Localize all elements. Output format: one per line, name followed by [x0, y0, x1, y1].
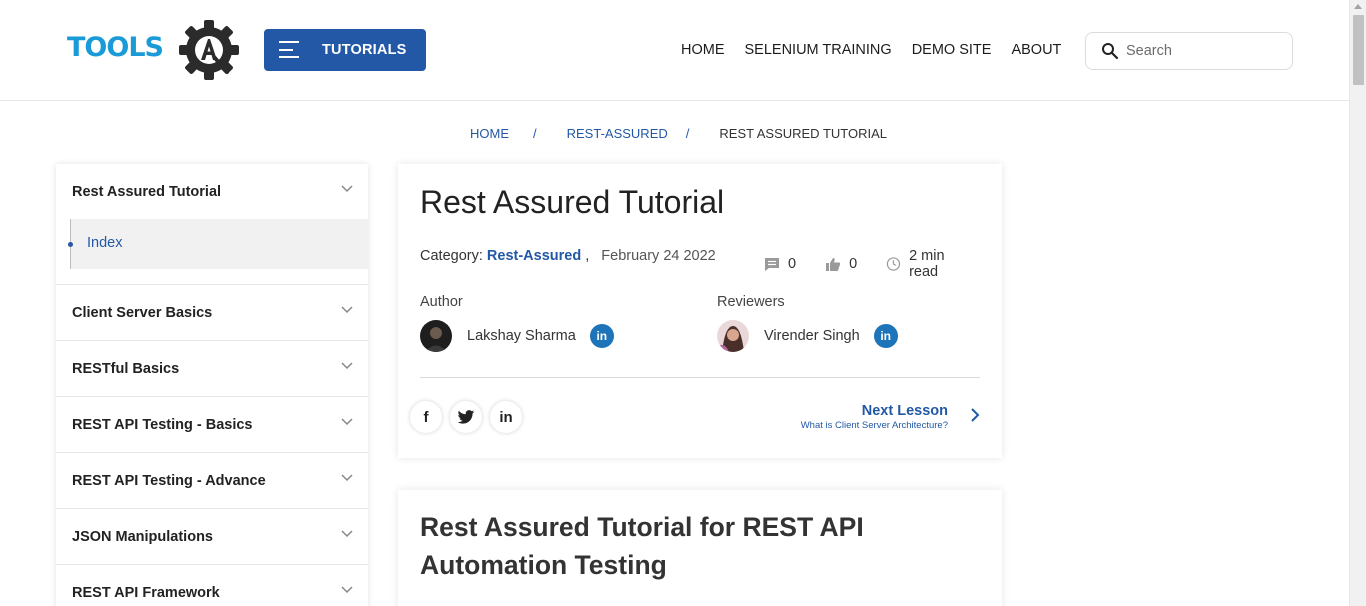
article-body-card: Rest Assured Tutorial for REST API Autom…: [398, 490, 1002, 606]
sidebar-section-title[interactable]: Rest Assured Tutorial: [72, 184, 221, 200]
nav-demo-site[interactable]: DEMO SITE: [912, 42, 992, 58]
chevron-down-icon[interactable]: [341, 362, 353, 370]
scrollbar-thumb[interactable]: [1353, 15, 1364, 85]
main-nav: HOME SELENIUM TRAINING DEMO SITE ABOUT: [681, 42, 1061, 58]
reviewers-label: Reviewers: [717, 294, 785, 310]
twitter-share-icon[interactable]: [450, 401, 482, 433]
site-header: TOOLS TUTORIALS HOME SELENIUM TRAINING D…: [0, 0, 1349, 101]
article-header-card: Rest Assured Tutorial Category: Rest-Ass…: [398, 164, 1002, 458]
reviewer-info: Virender Singh in: [717, 320, 898, 352]
sidebar-section-rest-api-testing-advance[interactable]: REST API Testing - Advance: [56, 453, 368, 509]
article-title: Rest Assured Tutorial: [420, 184, 725, 220]
sidebar-section-title: Client Server Basics: [72, 305, 213, 321]
sidebar-section-title: REST API Testing - Basics: [72, 417, 253, 433]
reviewer-avatar[interactable]: [717, 320, 749, 352]
read-time: 2 min read: [909, 248, 945, 280]
search-box: [1085, 32, 1293, 70]
category-suffix: ,: [585, 248, 590, 264]
article-stats: 0 0 2 min read: [764, 248, 1002, 280]
chevron-down-icon[interactable]: [341, 418, 353, 426]
tutorial-sidebar: Rest Assured Tutorial Index Client Serve…: [56, 164, 368, 606]
linkedin-icon[interactable]: in: [589, 324, 614, 348]
sidebar-item-index[interactable]: Index: [68, 219, 368, 269]
next-lesson-link[interactable]: Next Lesson What is Client Server Archit…: [801, 403, 948, 431]
author-name[interactable]: Lakshay Sharma: [467, 328, 576, 344]
hamburger-icon: [279, 41, 299, 58]
search-icon[interactable]: [1101, 42, 1119, 60]
nav-selenium-training[interactable]: SELENIUM TRAINING: [745, 42, 892, 58]
next-lesson-label: Next Lesson: [861, 403, 948, 419]
reviewer-name[interactable]: Virender Singh: [764, 328, 860, 344]
thumbs-up-icon: [826, 257, 841, 271]
chevron-down-icon[interactable]: [341, 530, 353, 538]
linkedin-icon[interactable]: in: [873, 324, 898, 348]
category-prefix: Category:: [420, 248, 483, 264]
breadcrumb-separator: /: [685, 126, 690, 141]
linkedin-share-icon[interactable]: in: [490, 401, 522, 433]
next-lesson-title: What is Client Server Architecture?: [800, 420, 948, 431]
sidebar-section-title: JSON Manipulations: [72, 529, 213, 545]
tutorials-label: TUTORIALS: [322, 42, 407, 58]
breadcrumb: HOME / REST-ASSURED / REST ASSURED TUTOR…: [470, 126, 887, 141]
author-avatar[interactable]: [420, 320, 452, 352]
sidebar-section-restful-basics[interactable]: RESTful Basics: [56, 341, 368, 397]
likes-stat[interactable]: 0: [825, 256, 857, 272]
active-dot-icon: [68, 242, 73, 247]
sidebar-section-rest-api-framework[interactable]: REST API Framework: [56, 565, 368, 606]
sidebar-section-title: RESTful Basics: [72, 361, 180, 377]
chevron-down-icon[interactable]: [341, 185, 353, 193]
logo-text: TOOLS: [67, 32, 164, 63]
gear-logo-icon: [179, 20, 239, 80]
publish-date: February 24 2022: [601, 248, 716, 264]
chevron-down-icon[interactable]: [341, 306, 353, 314]
sidebar-section-title: REST API Testing - Advance: [72, 473, 266, 489]
category-link[interactable]: Rest-Assured: [487, 248, 581, 264]
sidebar-section-client-server-basics[interactable]: Client Server Basics: [56, 285, 368, 341]
sidebar-section-json-manipulations[interactable]: JSON Manipulations: [56, 509, 368, 565]
breadcrumb-separator: /: [533, 126, 537, 141]
chevron-down-icon[interactable]: [341, 474, 353, 482]
nav-home[interactable]: HOME: [681, 42, 725, 58]
breadcrumb-home[interactable]: HOME: [470, 126, 509, 141]
sidebar-item-label: Index: [87, 235, 123, 251]
sidebar-section-rest-assured-tutorial: Rest Assured Tutorial Index: [56, 164, 368, 285]
author-label: Author: [420, 294, 463, 310]
nav-about[interactable]: ABOUT: [1011, 42, 1061, 58]
breadcrumb-current: REST ASSURED TUTORIAL: [719, 126, 887, 141]
breadcrumb-category[interactable]: REST-ASSURED: [567, 126, 668, 141]
toolsqa-logo[interactable]: TOOLS: [67, 18, 242, 82]
read-time-stat: 2 min read: [886, 248, 973, 280]
author-info: Lakshay Sharma in: [420, 320, 614, 352]
clock-icon: [886, 257, 901, 271]
chevron-down-icon[interactable]: [341, 586, 353, 594]
sidebar-section-title: REST API Framework: [72, 585, 220, 601]
sidebar-section-rest-api-testing-basics[interactable]: REST API Testing - Basics: [56, 397, 368, 453]
share-buttons: f in: [410, 401, 522, 433]
divider: [420, 377, 980, 378]
chevron-right-icon[interactable]: [970, 407, 980, 423]
article-meta: Category: Rest-Assured , February 24 202…: [420, 248, 716, 264]
comments-count: 0: [788, 256, 797, 272]
comments-stat[interactable]: 0: [764, 256, 796, 272]
page-scrollbar[interactable]: [1349, 0, 1366, 606]
article-body-title: Rest Assured Tutorial for REST API Autom…: [420, 512, 864, 580]
facebook-share-icon[interactable]: f: [410, 401, 442, 433]
search-input[interactable]: [1126, 41, 1276, 61]
tutorials-menu-button[interactable]: TUTORIALS: [264, 29, 426, 71]
comment-icon: [765, 257, 779, 271]
scroll-up-arrow-icon[interactable]: [1354, 4, 1362, 9]
likes-count: 0: [849, 256, 858, 272]
